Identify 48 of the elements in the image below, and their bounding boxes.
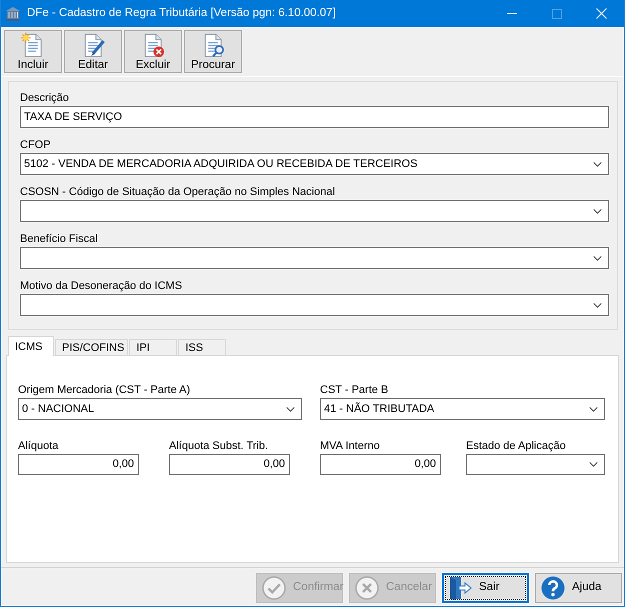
toolbar-button[interactable]: Incluir <box>4 30 62 73</box>
dropdown-field[interactable] <box>20 247 609 269</box>
chevron-down-icon <box>286 406 295 412</box>
tab[interactable]: ICMS <box>8 336 54 356</box>
field-label: CFOP <box>20 138 51 153</box>
dropdown-field[interactable] <box>466 454 605 475</box>
dropdown-field[interactable] <box>20 294 609 316</box>
dialog-button[interactable]: Ajuda <box>535 573 622 603</box>
help-icon <box>541 576 565 600</box>
field-label: CST - Parte B <box>320 383 388 398</box>
number-field[interactable]: 0,00 <box>18 454 139 475</box>
window-title: DFe - Cadastro de Regra Tributária [Versão pgn: 6.10.00.07] <box>27 6 337 21</box>
dropdown-field[interactable]: 41 - NÃO TRIBUTADA <box>320 398 605 420</box>
check-circle-icon <box>262 576 286 600</box>
maximize-icon <box>552 8 562 18</box>
minimize-icon <box>506 13 516 14</box>
tab[interactable]: PIS/COFINS <box>55 339 128 355</box>
number-field[interactable]: 0,00 <box>169 454 290 475</box>
toolbar-button[interactable]: Editar <box>64 30 122 73</box>
field-label: Descrição <box>20 91 69 106</box>
field-label: Estado de Aplicação <box>466 439 566 454</box>
chevron-down-icon <box>593 302 602 308</box>
toolbar-button[interactable]: Excluir <box>124 30 182 73</box>
tab[interactable]: IPI <box>129 339 178 355</box>
field-label: Alíquota Subst. Trib. <box>169 439 268 454</box>
tab[interactable]: ISS <box>178 339 226 355</box>
chevron-down-icon <box>593 162 602 166</box>
building-icon <box>5 6 21 22</box>
dropdown-field[interactable]: 5102 - VENDA DE MERCADORIA ADQUIRIDA OU RECEBIDA DE TERCEIROS <box>20 153 609 175</box>
close-icon <box>596 8 607 19</box>
chevron-down-icon <box>589 462 598 467</box>
field-label: Origem Mercadoria (CST - Parte A) <box>18 383 190 398</box>
field-label: Alíquota <box>18 439 58 454</box>
dialog-button[interactable]: Sair <box>442 573 529 603</box>
number-field[interactable]: 0,00 <box>320 454 441 475</box>
text-field[interactable]: TAXA DE SERVIÇO <box>20 106 609 128</box>
dropdown-field[interactable]: 0 - NACIONAL <box>18 398 302 420</box>
door-arrow-icon <box>448 576 472 600</box>
x-circle-icon <box>355 576 379 600</box>
chevron-down-icon <box>593 208 602 214</box>
field-label: Benefício Fiscal <box>20 232 98 247</box>
chevron-down-icon <box>589 406 598 412</box>
dropdown-field[interactable] <box>20 200 609 222</box>
toolbar-button[interactable]: Procurar <box>184 30 242 73</box>
field-label: Motivo da Desoneração do ICMS <box>20 279 182 294</box>
field-label: MVA Interno <box>320 439 380 454</box>
chevron-down-icon <box>593 256 602 260</box>
field-label: CSOSN - Código de Situação da Operação no Simples Nacional <box>20 185 335 200</box>
